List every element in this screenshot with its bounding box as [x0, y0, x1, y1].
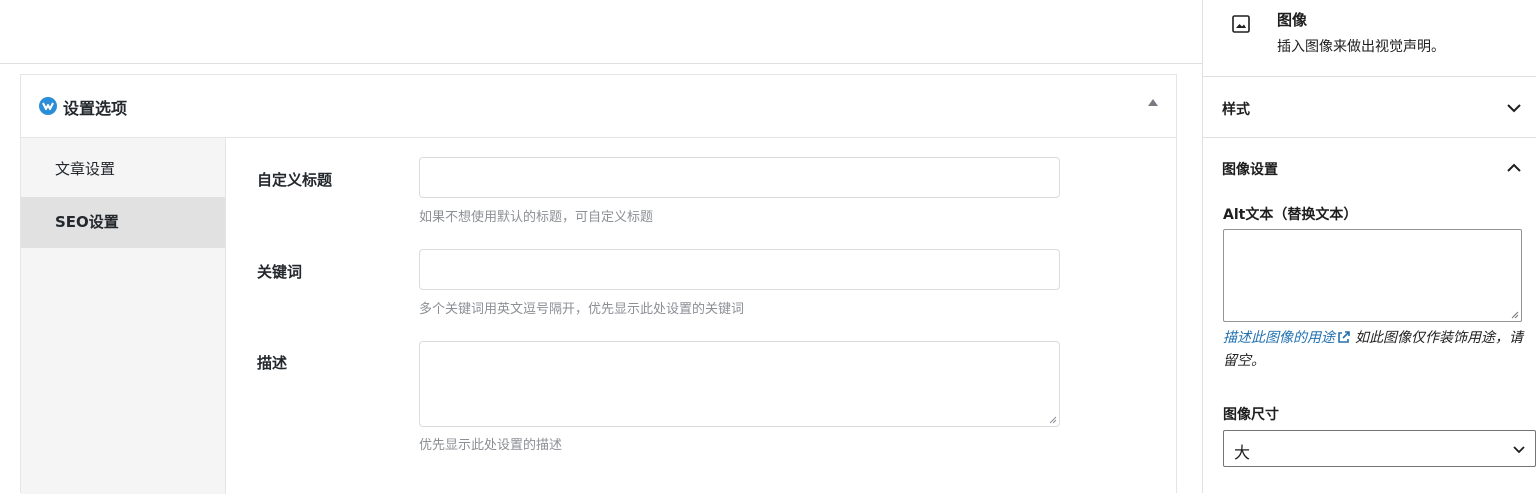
description-help: 优先显示此处设置的描述 — [419, 438, 563, 453]
block-title: 图像 — [1277, 11, 1308, 29]
resize-handle-icon[interactable] — [1048, 415, 1057, 424]
description-textarea[interactable] — [419, 341, 1060, 427]
image-size-value: 大 — [1234, 443, 1251, 462]
resize-handle-icon[interactable] — [1510, 310, 1519, 319]
alt-text-textarea[interactable] — [1223, 229, 1522, 322]
editor-canvas-area — [0, 0, 1202, 64]
image-settings-panel-toggle[interactable]: 图像设置 — [1222, 159, 1278, 179]
tab-post-settings[interactable]: 文章设置 — [21, 144, 225, 195]
description-label: 描述 — [257, 354, 288, 372]
alt-text-label: Alt文本（替换文本） — [1223, 207, 1358, 223]
alt-text-help: 描述此图像的用途 如此图像仅作装饰用途，请留空。 — [1223, 327, 1523, 373]
custom-title-help: 如果不想使用默认的标题，可自定义标题 — [419, 210, 654, 225]
tab-seo-settings[interactable]: SEO设置 — [21, 197, 225, 248]
metabox-header[interactable]: 设置选项 — [21, 75, 1176, 138]
custom-title-label: 自定义标题 — [257, 171, 333, 189]
divider — [1203, 76, 1536, 77]
image-size-label: 图像尺寸 — [1223, 407, 1279, 423]
metabox-title: 设置选项 — [63, 99, 128, 118]
image-size-select[interactable]: 大 — [1223, 430, 1536, 467]
collapse-toggle-icon[interactable] — [1148, 99, 1158, 106]
divider — [1203, 137, 1536, 138]
chevron-up-icon[interactable] — [1506, 160, 1522, 176]
editor-main: 设置选项 文章设置 SEO设置 自定义标题 如果不想使用默认的标题，可自定义标题… — [0, 0, 1202, 494]
image-icon — [1232, 15, 1250, 33]
alt-text-help-link[interactable]: 描述此图像的用途 — [1223, 330, 1335, 346]
keywords-label: 关键词 — [257, 263, 303, 281]
keywords-input[interactable] — [419, 249, 1060, 290]
chevron-down-icon — [1513, 446, 1525, 454]
chevron-down-icon[interactable] — [1506, 100, 1522, 116]
custom-title-input[interactable] — [419, 157, 1060, 198]
styles-panel-toggle[interactable]: 样式 — [1222, 99, 1250, 119]
settings-metabox: 设置选项 文章设置 SEO设置 自定义标题 如果不想使用默认的标题，可自定义标题… — [20, 74, 1177, 494]
metabox-tab-list: 文章设置 SEO设置 — [21, 138, 226, 494]
block-description: 插入图像来做出视觉声明。 — [1277, 39, 1445, 55]
settings-sidebar: 图像 插入图像来做出视觉声明。 样式 图像设置 Alt文本（替换文本） 描述此图… — [1202, 0, 1536, 493]
external-link-icon[interactable] — [1337, 330, 1351, 344]
keywords-help: 多个关键词用英文逗号隔开，优先显示此处设置的关键词 — [419, 302, 745, 317]
theme-logo-icon — [39, 97, 57, 115]
